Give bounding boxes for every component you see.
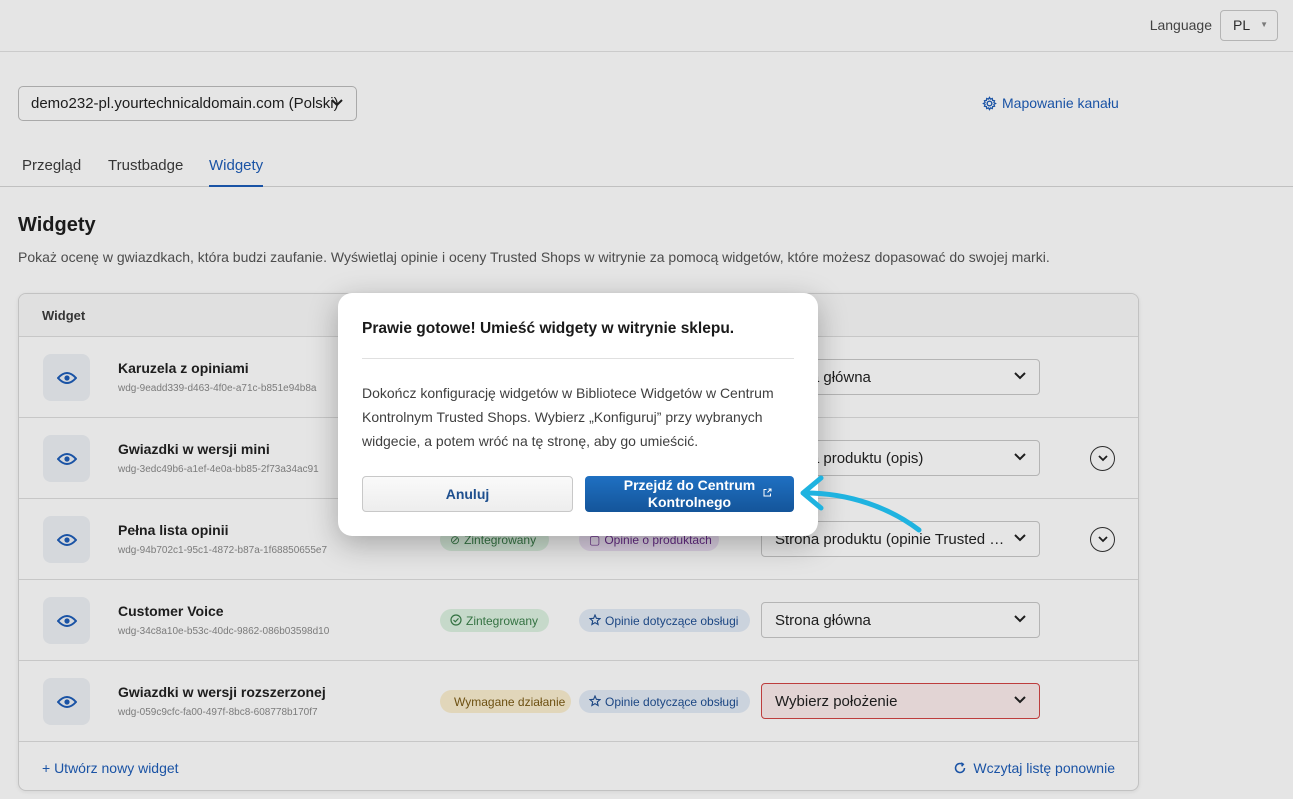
annotation-arrow [800, 475, 922, 533]
cancel-button[interactable]: Anuluj [362, 476, 573, 512]
go-to-control-center-button[interactable]: Przejdź do Centrum Kontrolnego [585, 476, 794, 512]
button-label-line1: Przejdź do Centrum [623, 477, 756, 493]
external-link-icon [763, 488, 772, 497]
dialog-body: Dokończ konfigurację widgetów w Bibliote… [362, 385, 774, 449]
dialog-title: Prawie gotowe! Umieść widgety w witrynie… [362, 320, 735, 337]
button-label-line2: Kontrolnego [647, 494, 732, 510]
dialog-divider [362, 358, 794, 359]
confirmation-dialog: Prawie gotowe! Umieść widgety w witrynie… [338, 293, 818, 536]
